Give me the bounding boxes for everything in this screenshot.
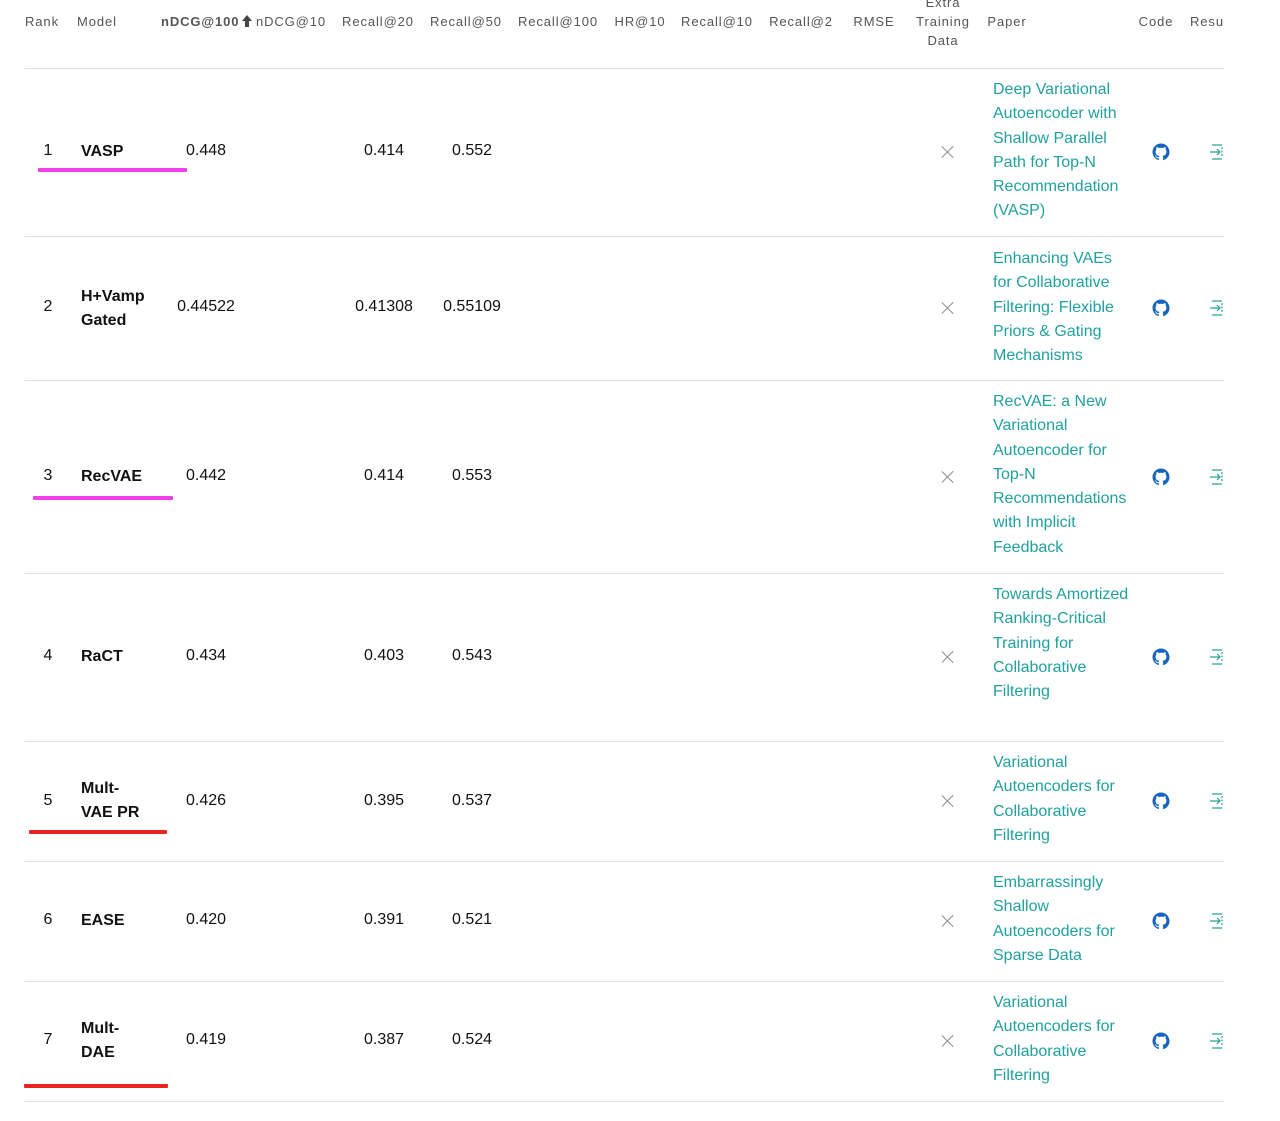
highlight-underline xyxy=(24,1084,168,1088)
github-icon[interactable] xyxy=(1152,792,1170,810)
github-icon[interactable] xyxy=(1152,143,1170,161)
github-icon[interactable] xyxy=(1152,1032,1170,1050)
ndcg100-value: 0.448 xyxy=(185,142,227,159)
header-ndcg100[interactable]: nDCG@100 xyxy=(161,12,252,31)
recall50-value: 0.521 xyxy=(451,911,493,928)
no-extra-data-x-icon xyxy=(941,1034,955,1048)
ndcg100-value: 0.426 xyxy=(185,792,227,809)
paper-link[interactable]: Embarrassingly Shallow Autoencoders for … xyxy=(993,871,1133,968)
model-name[interactable]: RaCT xyxy=(81,645,161,669)
model-name[interactable]: VASP xyxy=(81,140,161,164)
header-model[interactable]: Model xyxy=(75,12,119,31)
rank-cell: 4 xyxy=(43,647,53,664)
header-recall2[interactable]: Recall@2 xyxy=(768,12,834,31)
rank-cell: 7 xyxy=(43,1031,53,1048)
header-rmse[interactable]: RMSE xyxy=(852,12,896,31)
recall20-value: 0.414 xyxy=(363,467,405,484)
highlight-underline xyxy=(33,496,173,500)
rank-cell: 1 xyxy=(43,142,53,159)
recall50-value: 0.552 xyxy=(451,142,493,159)
header-extra-training-data: Extra Training Data xyxy=(912,0,974,50)
no-extra-data-x-icon xyxy=(941,470,955,484)
header-ndcg100-label: nDCG@100 xyxy=(161,14,240,29)
rank-cell: 5 xyxy=(43,792,53,809)
paper-link[interactable]: Variational Autoencoders for Collaborati… xyxy=(993,991,1133,1088)
header-extra-line1: Extra xyxy=(925,0,961,10)
results-icon[interactable] xyxy=(1208,648,1226,666)
row-divider xyxy=(25,861,1224,862)
row-divider xyxy=(25,1101,1224,1102)
github-icon[interactable] xyxy=(1152,648,1170,666)
no-extra-data-x-icon xyxy=(941,301,955,315)
github-icon[interactable] xyxy=(1152,299,1170,317)
header-results: Resu xyxy=(1190,14,1224,29)
results-icon[interactable] xyxy=(1208,1032,1226,1050)
recall50-value: 0.543 xyxy=(451,647,493,664)
recall50-value: 0.553 xyxy=(451,467,493,484)
model-name[interactable]: EASE xyxy=(81,909,161,933)
paper-link[interactable]: Variational Autoencoders for Collaborati… xyxy=(993,751,1133,848)
header-rank[interactable]: Rank xyxy=(25,12,59,31)
sort-arrow-up-icon xyxy=(241,15,252,27)
row-divider xyxy=(25,68,1224,69)
no-extra-data-x-icon xyxy=(941,794,955,808)
results-icon[interactable] xyxy=(1208,468,1226,486)
header-recall20[interactable]: Recall@20 xyxy=(341,12,415,31)
header-recall100[interactable]: Recall@100 xyxy=(517,12,599,31)
recall20-value: 0.403 xyxy=(363,647,405,664)
recall50-value: 0.524 xyxy=(451,1031,493,1048)
ndcg100-value: 0.420 xyxy=(185,911,227,928)
ndcg100-value: 0.442 xyxy=(185,467,227,484)
paper-link[interactable]: Deep Variational Autoencoder with Shallo… xyxy=(993,78,1133,224)
header-paper: Paper xyxy=(987,14,1027,29)
results-icon[interactable] xyxy=(1208,792,1226,810)
recall50-value: 0.537 xyxy=(451,792,493,809)
recall20-value: 0.391 xyxy=(363,911,405,928)
header-recall10[interactable]: Recall@10 xyxy=(680,12,754,31)
recall20-value: 0.41308 xyxy=(355,298,413,315)
recall50-value: 0.55109 xyxy=(443,298,501,315)
row-divider xyxy=(25,741,1224,742)
github-icon[interactable] xyxy=(1152,468,1170,486)
results-icon[interactable] xyxy=(1208,912,1226,930)
header-extra-line2: Training xyxy=(916,14,970,29)
paper-link[interactable]: RecVAE: a New Variational Autoencoder fo… xyxy=(993,390,1133,560)
rank-cell: 2 xyxy=(43,298,53,315)
header-hr10[interactable]: HR@10 xyxy=(613,12,667,31)
github-icon[interactable] xyxy=(1152,912,1170,930)
paper-link[interactable]: Enhancing VAEs for Collaborative Filteri… xyxy=(993,247,1133,368)
paper-link[interactable]: Towards Amortized Ranking-Critical Train… xyxy=(993,583,1133,704)
highlight-underline xyxy=(38,168,187,172)
header-extra-line3: Data xyxy=(927,33,959,48)
row-divider xyxy=(25,981,1224,982)
model-name[interactable]: Mult-VAE PR xyxy=(81,777,143,825)
row-divider xyxy=(25,573,1224,574)
no-extra-data-x-icon xyxy=(941,145,955,159)
header-code: Code xyxy=(1138,14,1174,29)
ndcg100-value: 0.44522 xyxy=(177,298,235,315)
row-divider xyxy=(25,380,1224,381)
results-icon[interactable] xyxy=(1208,143,1226,161)
header-ndcg10[interactable]: nDCG@10 xyxy=(255,12,327,31)
table-header: Rank Model nDCG@100 nDCG@10 Recall@20 Re… xyxy=(0,0,1280,68)
model-name[interactable]: RecVAE xyxy=(81,465,161,489)
highlight-underline xyxy=(29,830,167,834)
no-extra-data-x-icon xyxy=(941,914,955,928)
results-icon[interactable] xyxy=(1208,299,1226,317)
header-recall50[interactable]: Recall@50 xyxy=(429,12,503,31)
ndcg100-value: 0.419 xyxy=(185,1031,227,1048)
model-name[interactable]: Mult-DAE xyxy=(81,1017,131,1065)
row-divider xyxy=(25,236,1224,237)
ndcg100-value: 0.434 xyxy=(185,647,227,664)
recall20-value: 0.414 xyxy=(363,142,405,159)
rank-cell: 3 xyxy=(43,467,53,484)
recall20-value: 0.387 xyxy=(363,1031,405,1048)
rank-cell: 6 xyxy=(43,911,53,928)
no-extra-data-x-icon xyxy=(941,650,955,664)
recall20-value: 0.395 xyxy=(363,792,405,809)
model-name[interactable]: H+Vamp Gated xyxy=(81,285,161,333)
